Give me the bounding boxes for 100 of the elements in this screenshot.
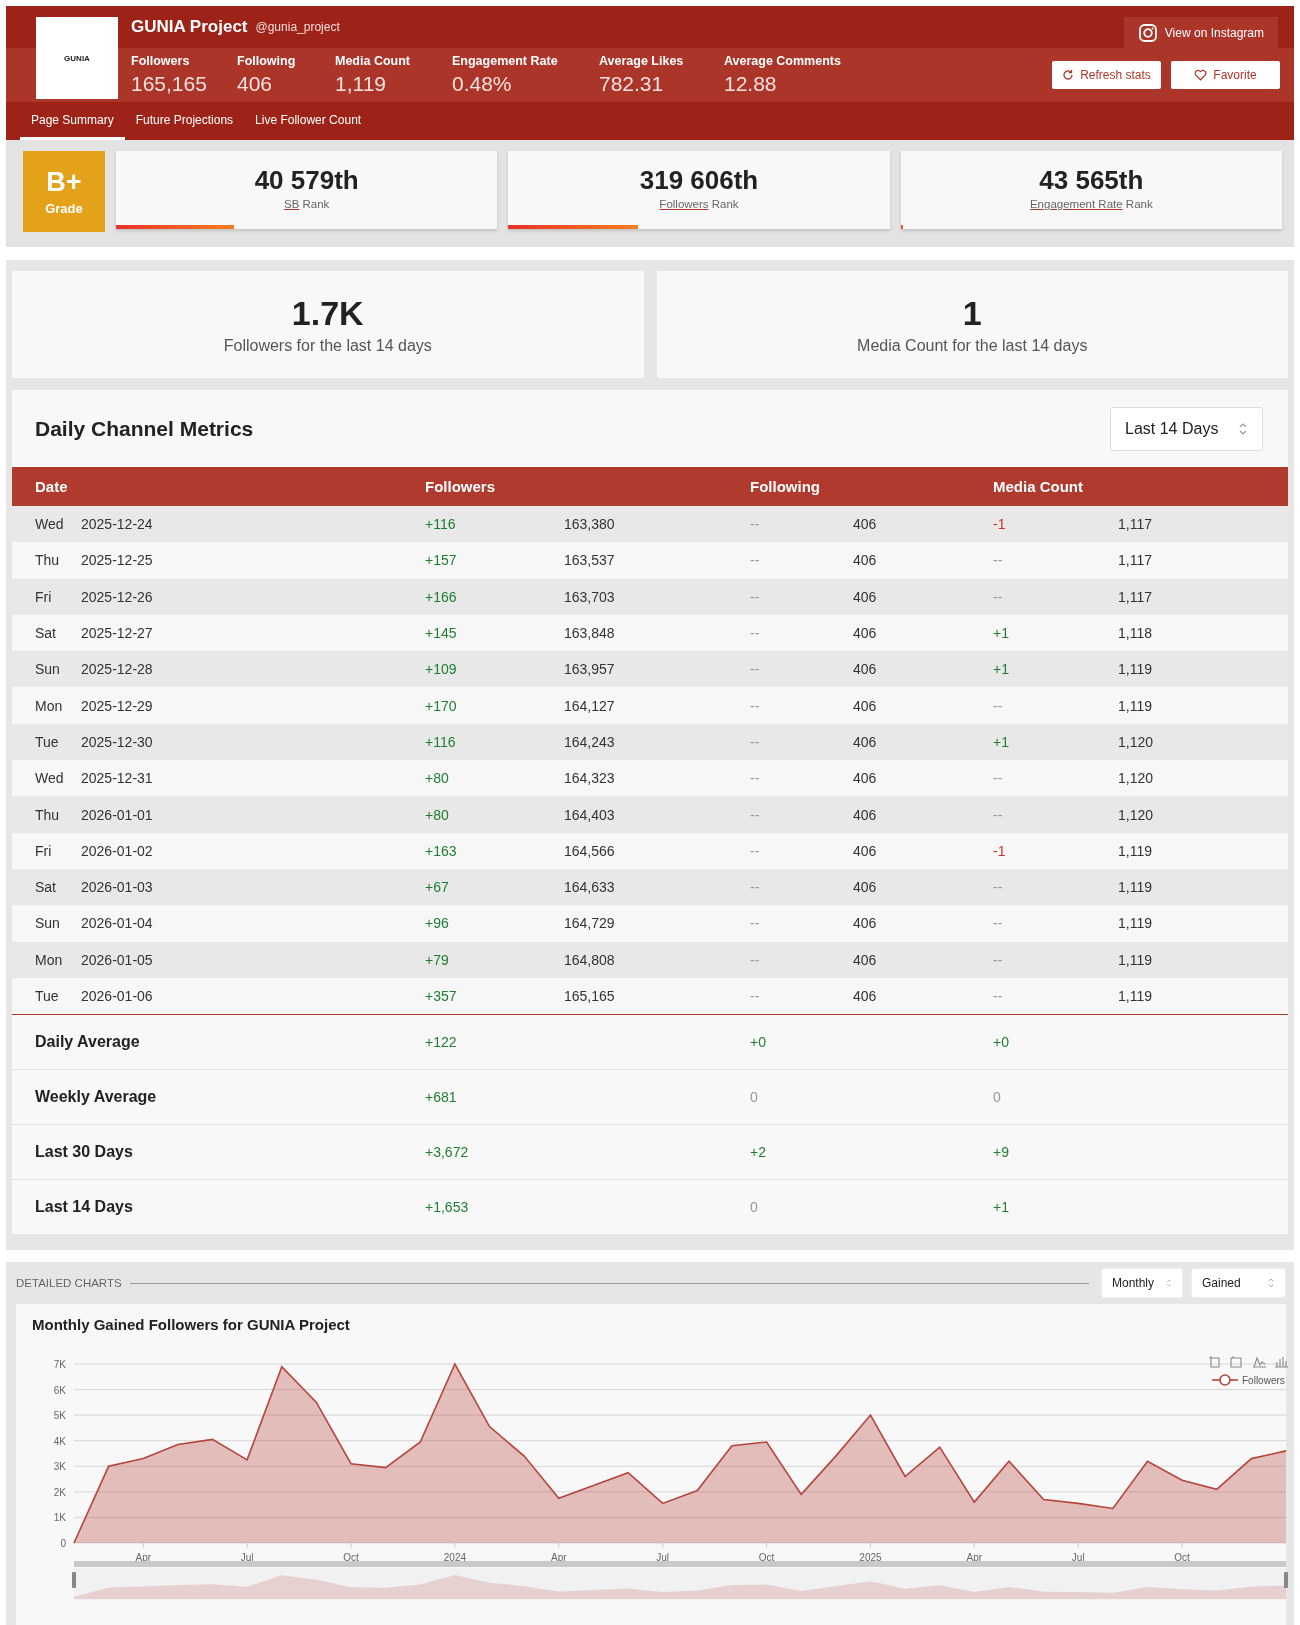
nav-tab[interactable]: Future Projections	[124, 102, 245, 140]
profile-name: GUNIA Project	[131, 17, 248, 37]
change-cell-text: +163	[425, 842, 458, 859]
summary-row-label: Daily Average	[35, 1033, 141, 1052]
total-cell-text: 406	[853, 842, 878, 859]
total-cell-text: 1,120	[1118, 806, 1155, 823]
change-cell-text: +1	[993, 1199, 1010, 1216]
day-cell-text: Fri	[35, 588, 53, 605]
rank-link[interactable]: Followers	[659, 198, 709, 210]
chevron-updown-icon	[1238, 421, 1248, 436]
x-tick-label: Oct	[758, 1552, 775, 1563]
day-cell-text: Wed	[35, 516, 65, 533]
range-select[interactable]: Last 14 Days	[1110, 406, 1263, 451]
stat-value: 782.31	[599, 72, 665, 96]
rank-link[interactable]: Engagement Rate	[1029, 198, 1123, 210]
mode-select[interactable]: Gained	[1191, 1268, 1286, 1298]
rank-link[interactable]: SB	[283, 198, 300, 210]
navigator-drawing[interactable]	[72, 1561, 1288, 1600]
total-cell-text: 1,118	[1118, 625, 1153, 642]
change-cell-text: +1,653	[425, 1199, 470, 1216]
change-cell-text: --	[750, 951, 761, 968]
total-cell-text: 406	[853, 951, 878, 968]
change-cell-text: --	[750, 842, 761, 859]
change-cell-text: +116	[425, 733, 457, 750]
grade-value: B+	[46, 167, 82, 198]
total-cell-text: 164,633	[564, 879, 616, 896]
change-cell-text: --	[750, 697, 761, 714]
rank-value: 40 579th	[254, 165, 359, 196]
grade-label: Grade	[45, 201, 83, 216]
change-cell-text: --	[750, 661, 761, 678]
total-cell-text: 406	[853, 697, 878, 714]
rank-value: 319 606th	[639, 165, 759, 196]
change-cell-text: +1	[993, 661, 1010, 678]
stat-label: Engagement Rate	[452, 54, 559, 68]
total-cell-text: 164,323	[564, 770, 616, 787]
total-cell-text: 1,119	[1118, 661, 1153, 678]
total-cell-text: 406	[853, 625, 878, 642]
summary-value: 1	[962, 294, 982, 333]
total-cell-text: 163,957	[564, 661, 616, 678]
change-cell-text: --	[993, 915, 1004, 932]
day-cell-text: Fri	[35, 842, 53, 859]
x-tick-label: Apr	[966, 1552, 983, 1563]
x-tick-label: Oct	[343, 1552, 359, 1563]
total-cell-text: 1,119	[1118, 697, 1153, 714]
date-cell-text: 2025-12-28	[81, 661, 154, 678]
favorite-button[interactable]: Favorite	[1171, 61, 1280, 89]
y-tick-label: 6K	[53, 1384, 66, 1396]
stat-label: Following	[237, 54, 297, 68]
summary-label: Followers for the last 14 days	[223, 337, 432, 355]
change-cell-text: --	[750, 552, 761, 569]
chevron-updown-icon	[1267, 1277, 1275, 1289]
legend-label[interactable]: Followers	[1242, 1375, 1285, 1386]
change-cell-text: --	[993, 697, 1004, 714]
day-cell-text: Mon	[35, 697, 64, 714]
legend-marker-icon[interactable]	[1211, 1374, 1239, 1386]
total-cell-text: 164,403	[564, 806, 616, 823]
x-tick-label: Oct	[1174, 1552, 1190, 1563]
change-cell-text: +109	[425, 661, 458, 678]
total-cell-text: 1,119	[1118, 988, 1153, 1004]
logo-text: GUNIA	[64, 53, 90, 63]
summary-row-label: Weekly Average	[35, 1088, 158, 1107]
day-cell-text: Wed	[35, 770, 65, 787]
heart-icon	[1194, 69, 1208, 81]
nav-tab[interactable]: Live Follower Count	[244, 102, 373, 140]
zoom-icon[interactable]	[1208, 1355, 1220, 1368]
date-cell-text: 2025-12-26	[81, 588, 154, 605]
refresh-icon	[1062, 69, 1075, 81]
day-cell-text: Tue	[35, 988, 60, 1004]
change-cell-text: +67	[425, 879, 450, 896]
change-cell-text: --	[993, 879, 1004, 896]
total-cell-text: 1,119	[1118, 915, 1153, 932]
date-cell-text: 2026-01-05	[81, 951, 154, 968]
bar-chart-icon[interactable]	[1274, 1356, 1288, 1368]
total-cell-text: 406	[853, 988, 878, 1004]
stat-value: 1,119	[335, 72, 387, 96]
day-cell-text: Mon	[35, 951, 64, 968]
total-cell-text: 163,380	[564, 516, 616, 533]
day-cell-text: Thu	[35, 806, 61, 823]
stat-label: Followers	[131, 54, 191, 68]
total-cell-text: 406	[853, 879, 878, 896]
change-cell-text: +2	[750, 1144, 767, 1161]
total-cell-text: 406	[853, 588, 878, 605]
x-tick-label: 2024	[443, 1552, 467, 1563]
y-tick-label: 1K	[53, 1512, 66, 1524]
period-select[interactable]: Monthly	[1101, 1268, 1183, 1298]
line-chart-icon[interactable]	[1252, 1356, 1267, 1368]
change-cell-text: +79	[425, 951, 450, 968]
day-cell-text: Thu	[35, 552, 61, 569]
total-cell-text: 164,566	[564, 842, 616, 859]
refresh-stats-button[interactable]: Refresh stats	[1052, 61, 1161, 89]
change-cell-text: --	[993, 988, 1004, 1004]
change-cell-text: --	[993, 806, 1004, 823]
rank-label: SB Rank	[283, 198, 330, 210]
y-tick-label: 2K	[53, 1486, 66, 1498]
date-cell-text: 2026-01-03	[81, 879, 154, 896]
zoom-reset-icon[interactable]	[1230, 1355, 1242, 1368]
column-header: Date	[35, 478, 69, 495]
total-cell-text: 1,119	[1118, 951, 1153, 968]
view-on-instagram-button[interactable]: View on Instagram	[1123, 17, 1278, 48]
y-tick-label: 4K	[53, 1435, 66, 1447]
